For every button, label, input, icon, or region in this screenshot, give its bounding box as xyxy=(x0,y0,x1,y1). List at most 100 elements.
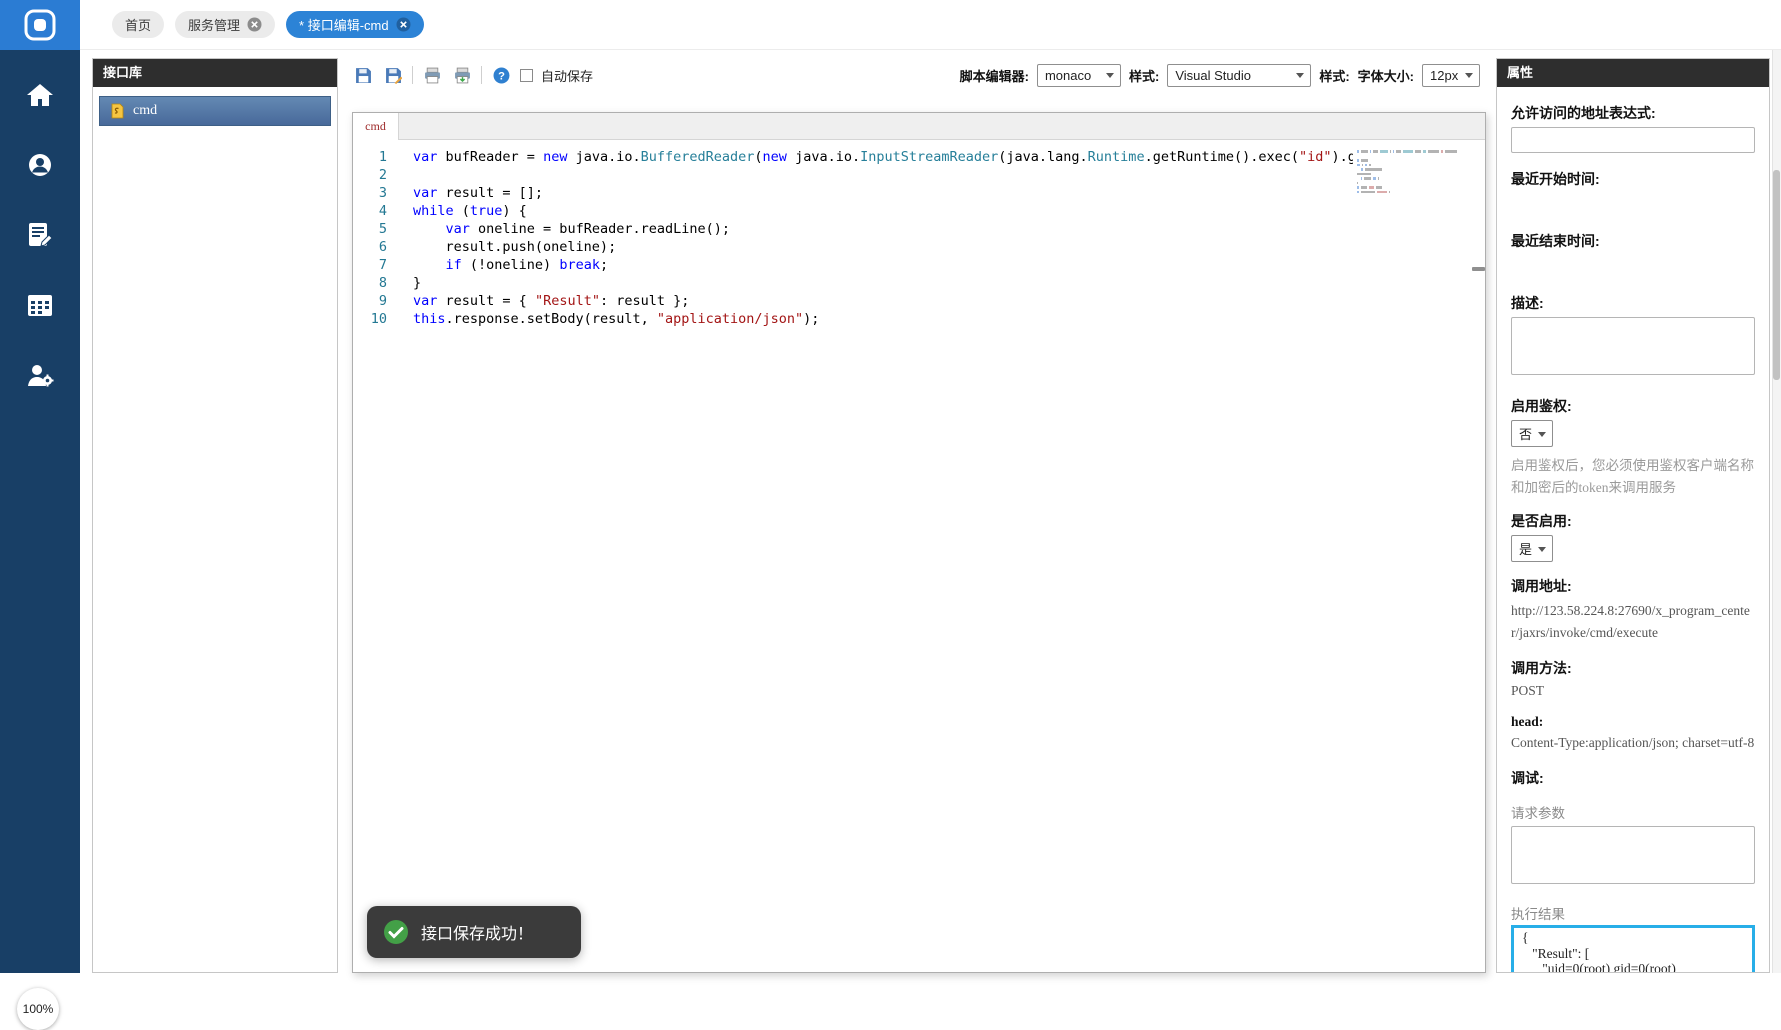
export-button[interactable] xyxy=(451,64,473,86)
gutter: 12345678910 xyxy=(353,148,399,328)
editor-settings: 脚本编辑器: monaco 样式: Visual Studio 样式: 字体大小… xyxy=(960,64,1480,87)
line-number: 1 xyxy=(353,148,399,166)
notes-icon xyxy=(27,222,53,248)
calendar-icon xyxy=(27,292,53,318)
breadcrumb-tabs: 首页 服务管理 * 接口编辑-cmd xyxy=(112,11,424,38)
list-item-cmd[interactable]: cmd xyxy=(99,96,331,126)
invoke-method: POST xyxy=(1511,680,1755,702)
code-line[interactable]: var oneline = bufReader.readLine(); xyxy=(413,220,1353,238)
enabled-label: 是否启用: xyxy=(1511,511,1755,531)
tab-label: 首页 xyxy=(125,15,151,34)
code-line[interactable]: var bufReader = new java.io.BufferedRead… xyxy=(413,148,1353,166)
style-label-2: 样式: xyxy=(1319,66,1349,85)
code-line[interactable]: if (!oneline) break; xyxy=(413,256,1353,274)
editor-tab-cmd[interactable]: cmd xyxy=(353,113,399,140)
sidebar: 100% xyxy=(0,50,80,973)
request-params-textarea[interactable] xyxy=(1511,826,1755,884)
debug-label: 调试: xyxy=(1511,768,1755,788)
invoke-url: http://123.58.224.8:27690/x_program_cent… xyxy=(1511,600,1755,644)
line-number: 7 xyxy=(353,256,399,274)
autosave-checkbox[interactable] xyxy=(520,69,533,82)
code-line[interactable] xyxy=(413,166,1353,184)
tab-label: 服务管理 xyxy=(188,15,240,34)
end-time-label: 最近结束时间: xyxy=(1511,231,1755,251)
code-editor: cmd 12345678910 var bufReader = new java… xyxy=(352,112,1486,973)
sidebar-item-contacts[interactable] xyxy=(0,138,80,192)
screen: 首页 服务管理 * 接口编辑-cmd xyxy=(0,0,1781,973)
enabled-select[interactable]: 是 xyxy=(1511,535,1553,562)
code-line[interactable]: var result = { "Result": result }; xyxy=(413,292,1353,310)
head-value: Content-Type:application/json; charset=u… xyxy=(1511,732,1755,754)
print-icon xyxy=(424,67,441,84)
tab-home[interactable]: 首页 xyxy=(112,11,164,38)
help-button[interactable]: ? xyxy=(490,64,512,86)
invoke-url-label: 调用地址: xyxy=(1511,576,1755,596)
properties-panel: 属性 允许访问的地址表达式: 最近开始时间: 最近结束时间: 描述: 启用鉴权:… xyxy=(1496,58,1770,973)
address-expression-input[interactable] xyxy=(1511,127,1755,153)
font-size-select[interactable]: 12px xyxy=(1422,64,1480,87)
style-select[interactable]: Visual Studio xyxy=(1167,64,1311,87)
request-params-label: 请求参数 xyxy=(1511,802,1755,822)
code-line[interactable]: var result = []; xyxy=(413,184,1353,202)
script-icon xyxy=(109,103,125,119)
app-logo[interactable] xyxy=(0,0,80,50)
code-line[interactable]: result.push(oneline); xyxy=(413,238,1353,256)
close-icon[interactable] xyxy=(396,17,411,32)
zoom-indicator[interactable]: 100% xyxy=(17,988,59,1030)
toolbar-divider xyxy=(481,66,482,84)
help-icon: ? xyxy=(493,67,510,84)
line-number: 4 xyxy=(353,202,399,220)
auth-select[interactable]: 否 xyxy=(1511,420,1553,447)
description-textarea[interactable] xyxy=(1511,317,1755,375)
scrollbar-thumb[interactable] xyxy=(1773,170,1780,380)
execution-result: { "Result": [ "uid=0(root) gid=0(root) g… xyxy=(1511,925,1755,973)
description-label: 描述: xyxy=(1511,293,1755,313)
editor-toolbar: ? 自动保存 脚本编辑器: monaco 样式: Visual Studio 样… xyxy=(346,58,1486,92)
export-icon xyxy=(454,67,471,84)
properties-body: 允许访问的地址表达式: 最近开始时间: 最近结束时间: 描述: 启用鉴权: 否 … xyxy=(1497,87,1769,973)
properties-title: 属性 xyxy=(1507,65,1533,80)
script-editor-select[interactable]: monaco xyxy=(1037,64,1121,87)
tab-interface-edit-cmd[interactable]: * 接口编辑-cmd xyxy=(286,11,424,38)
code-line[interactable]: } xyxy=(413,274,1353,292)
save-button[interactable] xyxy=(352,64,374,86)
sidebar-item-home[interactable] xyxy=(0,68,80,122)
select-value: 12px xyxy=(1430,68,1458,83)
invoke-method-label: 调用方法: xyxy=(1511,658,1755,678)
close-icon[interactable] xyxy=(247,17,262,32)
line-number: 2 xyxy=(353,166,399,184)
svg-text:?: ? xyxy=(498,70,505,82)
code-lines[interactable]: var bufReader = new java.io.BufferedRead… xyxy=(413,148,1353,328)
topbar: 首页 服务管理 * 接口编辑-cmd xyxy=(0,0,1781,50)
page-scrollbar xyxy=(1772,50,1781,973)
panel-splitter-handle[interactable] xyxy=(1472,267,1485,271)
interface-library-panel: 接口库 cmd xyxy=(92,58,338,973)
minimap[interactable] xyxy=(1357,150,1469,195)
logo-icon xyxy=(23,8,57,42)
start-time-label: 最近开始时间: xyxy=(1511,169,1755,189)
line-number: 9 xyxy=(353,292,399,310)
head-label: head: xyxy=(1511,714,1755,730)
code-line[interactable]: while (true) { xyxy=(413,202,1353,220)
sidebar-item-calendar[interactable] xyxy=(0,278,80,332)
save-as-icon xyxy=(385,67,402,84)
select-value: Visual Studio xyxy=(1175,68,1251,83)
auth-help-text: 启用鉴权后，您必须使用鉴权客户端名称和加密后的token来调用服务 xyxy=(1511,455,1755,499)
user-settings-icon xyxy=(26,362,54,388)
print-button[interactable] xyxy=(421,64,443,86)
execution-result-label: 执行结果 xyxy=(1511,903,1755,923)
start-time-value xyxy=(1511,189,1755,215)
library-header: 接口库 xyxy=(93,59,337,87)
auth-label: 启用鉴权: xyxy=(1511,396,1755,416)
sidebar-item-admin[interactable] xyxy=(0,348,80,402)
tab-service-management[interactable]: 服务管理 xyxy=(175,11,275,38)
list-item-label: cmd xyxy=(133,103,157,119)
line-number: 8 xyxy=(353,274,399,292)
line-number: 6 xyxy=(353,238,399,256)
select-value: 否 xyxy=(1519,427,1532,442)
save-icon xyxy=(355,67,372,84)
code-line[interactable]: this.response.setBody(result, "applicati… xyxy=(413,310,1353,328)
editor-tabbar: cmd xyxy=(353,113,1485,140)
sidebar-item-notes[interactable] xyxy=(0,208,80,262)
save-as-button[interactable] xyxy=(382,64,404,86)
